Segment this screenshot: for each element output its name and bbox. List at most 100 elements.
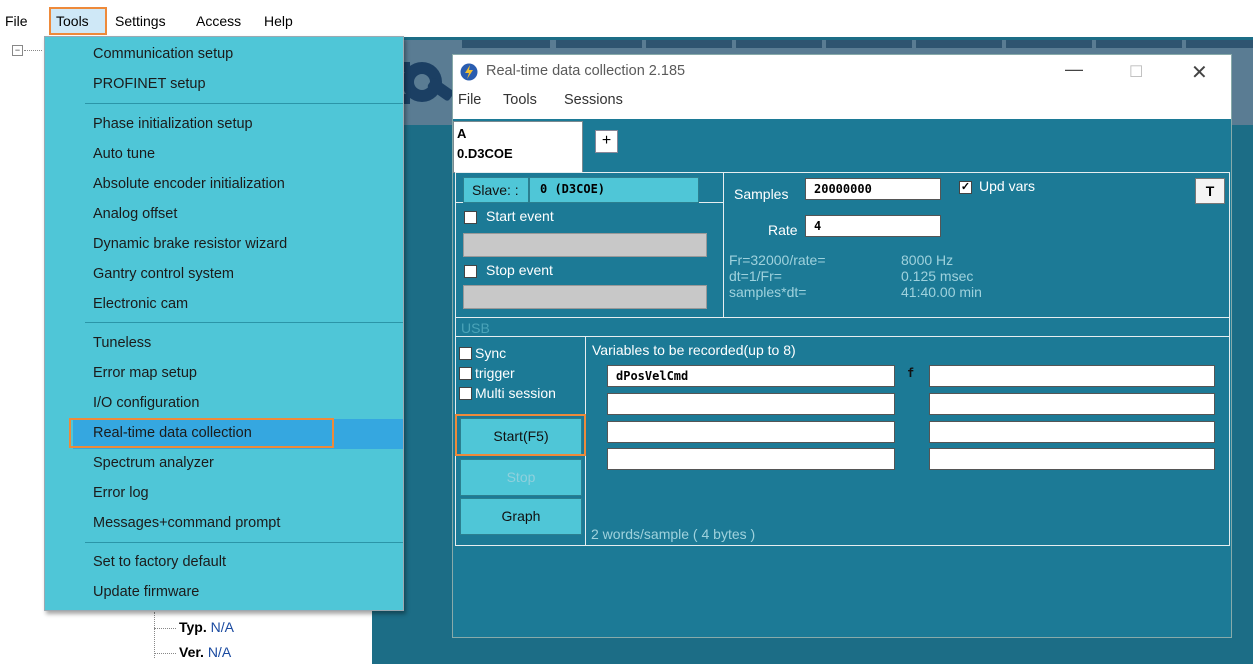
menu-item-dynamic-brake-resistor-wizard[interactable]: Dynamic brake resistor wizard — [93, 229, 287, 259]
menu-gutter — [45, 37, 80, 610]
tab-name: 0.D3COE — [457, 146, 513, 161]
tree-item-value: N/A — [210, 619, 234, 635]
variable-input-6[interactable] — [929, 393, 1215, 415]
menu-item-analog-offset[interactable]: Analog offset — [93, 199, 177, 229]
menu-file[interactable]: File — [5, 10, 28, 32]
menu-item-messages-command-prompt[interactable]: Messages+command prompt — [93, 508, 280, 538]
main-menubar: File Tools Settings Access Help — [0, 0, 1253, 36]
window-menu-tools[interactable]: Tools — [503, 92, 537, 108]
tree-item-key: Typ. — [179, 619, 207, 635]
background-tab — [736, 40, 822, 48]
background-tab — [1096, 40, 1182, 48]
upd-vars-label: Upd vars — [979, 178, 1036, 194]
variable-input-8[interactable] — [929, 448, 1215, 470]
menu-settings[interactable]: Settings — [115, 10, 166, 32]
panel-divider — [723, 172, 724, 317]
dt-value: 0.125 msec — [901, 268, 974, 284]
panel-divider — [455, 336, 1229, 337]
menu-item-tuneless[interactable]: Tuneless — [93, 328, 151, 358]
annotation-highlight — [455, 414, 586, 456]
menu-item-spectrum-analyzer[interactable]: Spectrum analyzer — [93, 448, 214, 478]
panel-border — [455, 172, 456, 546]
variable-input-4[interactable] — [607, 448, 895, 470]
start-event-field[interactable] — [463, 233, 707, 257]
rate-input[interactable]: 4 — [805, 215, 941, 237]
tree-connector — [154, 652, 176, 654]
slave-select[interactable]: 0 (D3COE) — [529, 177, 699, 203]
variables-header: Variables to be recorded(up to 8) — [592, 342, 796, 358]
upd-vars-checkbox[interactable]: ✓ — [959, 181, 972, 194]
words-per-sample: 2 words/sample ( 4 bytes ) — [591, 526, 756, 542]
menu-item-gantry-control-system[interactable]: Gantry control system — [93, 259, 234, 289]
panel-divider — [455, 317, 1229, 318]
window-menu-sessions[interactable]: Sessions — [564, 92, 623, 108]
start-event-checkbox[interactable] — [464, 211, 477, 224]
variable-input-5[interactable] — [929, 365, 1215, 387]
tab-letter: A — [457, 126, 467, 141]
tree-item-typ[interactable]: Typ. N/A — [154, 619, 234, 635]
multi-session-checkbox[interactable] — [459, 387, 472, 400]
variable-input-1[interactable]: dPosVelCmd — [607, 365, 895, 387]
menu-item-profinet-setup[interactable]: PROFINET setup — [93, 69, 206, 99]
stop-button[interactable]: Stop — [460, 459, 582, 496]
minimize-button[interactable]: — — [1065, 59, 1083, 80]
menu-item-error-log[interactable]: Error log — [93, 478, 149, 508]
stop-event-checkbox[interactable] — [464, 265, 477, 278]
menu-tools[interactable]: Tools — [49, 7, 107, 35]
gear-wrench-icon — [400, 62, 454, 104]
panel-border — [455, 172, 1229, 173]
samples-label: Samples — [734, 186, 789, 202]
menu-help[interactable]: Help — [264, 10, 293, 32]
t-button[interactable]: T — [1195, 178, 1225, 204]
menu-item-phase-initialization-setup[interactable]: Phase initialization setup — [93, 109, 253, 139]
variable-input-3[interactable] — [607, 421, 895, 443]
trigger-checkbox[interactable] — [459, 367, 472, 380]
menu-item-error-map-setup[interactable]: Error map setup — [93, 358, 197, 388]
realtime-data-collection-window: Real-time data collection 2.185 — ☐ ✕ Fi… — [452, 54, 1232, 638]
maximize-button[interactable]: ☐ — [1129, 62, 1143, 82]
background-tab — [826, 40, 912, 48]
app-lightning-icon — [460, 63, 478, 81]
sync-checkbox[interactable] — [459, 347, 472, 360]
samples-dt-label: samples*dt= — [729, 284, 807, 300]
tree-connector — [24, 50, 42, 51]
background-tab — [646, 40, 732, 48]
rate-label: Rate — [768, 222, 798, 238]
stop-event-field[interactable] — [463, 285, 707, 309]
graph-button[interactable]: Graph — [460, 498, 582, 535]
close-button[interactable]: ✕ — [1191, 60, 1208, 85]
panel-border — [1229, 172, 1230, 546]
window-title: Real-time data collection 2.185 — [486, 63, 686, 79]
background-tab — [556, 40, 642, 48]
dt-label: dt=1/Fr= — [729, 268, 782, 284]
menu-item-auto-tune[interactable]: Auto tune — [93, 139, 155, 169]
menu-item-communication-setup[interactable]: Communication setup — [93, 39, 233, 69]
menu-item-set-to-factory-default[interactable]: Set to factory default — [93, 547, 226, 577]
fr-value: 8000 Hz — [901, 252, 954, 268]
menu-item-io-configuration[interactable]: I/O configuration — [93, 388, 199, 418]
variable-type-1: f — [907, 366, 915, 380]
window-menu-file[interactable]: File — [458, 92, 481, 108]
tree-collapse-toggle[interactable]: − — [12, 45, 23, 56]
panel-divider — [455, 545, 1229, 546]
background-tab — [1186, 40, 1253, 48]
multi-session-label: Multi session — [475, 385, 556, 401]
variable-input-7[interactable] — [929, 421, 1215, 443]
tree-item-value: N/A — [207, 644, 232, 660]
sync-label: Sync — [475, 345, 507, 361]
annotation-highlight — [69, 418, 334, 448]
menu-item-electronic-cam[interactable]: Electronic cam — [93, 289, 188, 319]
menu-item-absolute-encoder-initialization[interactable]: Absolute encoder initialization — [93, 169, 285, 199]
fr-label: Fr=32000/rate= — [729, 252, 826, 268]
menu-access[interactable]: Access — [196, 10, 241, 32]
usb-label: USB — [461, 320, 490, 336]
add-tab-button[interactable]: + — [595, 130, 618, 153]
samples-dt-value: 41:40.00 min — [901, 284, 982, 300]
menu-item-update-firmware[interactable]: Update firmware — [93, 577, 199, 607]
samples-input[interactable]: 20000000 — [805, 178, 941, 200]
tab-session-a[interactable]: A 0.D3COE — [453, 121, 583, 173]
trigger-label: trigger — [475, 365, 515, 381]
tree-item-ver[interactable]: Ver. N/A — [154, 644, 231, 660]
variable-input-2[interactable] — [607, 393, 895, 415]
start-event-label: Start event — [486, 208, 554, 224]
